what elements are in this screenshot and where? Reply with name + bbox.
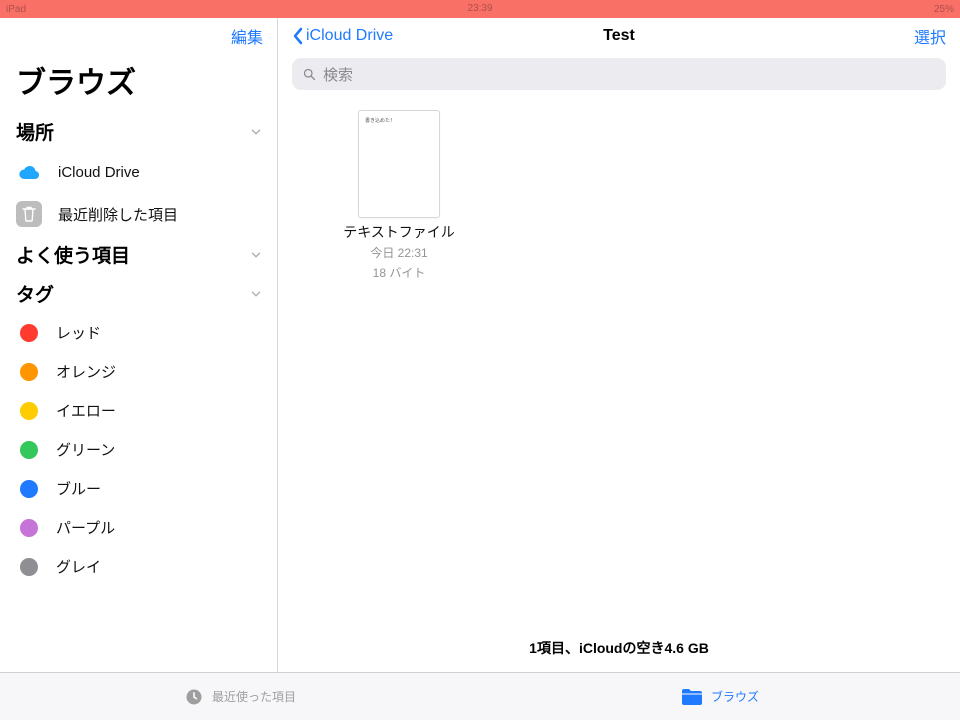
sidebar-tag-item[interactable]: オレンジ [0, 352, 277, 391]
tab-recent[interactable]: 最近使った項目 [0, 673, 480, 720]
section-tags-label: タグ [16, 280, 54, 307]
tag-label: ブルー [56, 478, 101, 499]
tag-label: レッド [56, 322, 101, 343]
file-date: 今日 22:31 [370, 246, 427, 262]
clock-icon [184, 687, 204, 707]
main-nav: iCloud Drive Test 選択 [278, 18, 960, 54]
tag-color-dot [20, 441, 38, 459]
tab-label: ブラウズ [711, 688, 759, 705]
cloud-icon [16, 159, 42, 185]
main-panel: iCloud Drive Test 選択 検索 書き込めた！ テキストファイル … [278, 18, 960, 672]
bottom-tab-bar: 最近使った項目 ブラウズ [0, 672, 960, 720]
back-button[interactable]: iCloud Drive [292, 27, 393, 45]
section-locations-label: 場所 [16, 118, 54, 145]
file-size: 18 バイト [373, 266, 426, 282]
status-time: 23:39 [467, 3, 492, 14]
search-input[interactable]: 検索 [292, 58, 946, 90]
tag-label: パープル [56, 517, 115, 538]
sidebar-tag-item[interactable]: パープル [0, 508, 277, 547]
status-battery: 25% [934, 4, 954, 15]
sidebar-item-label: iCloud Drive [58, 164, 140, 181]
sidebar-tag-item[interactable]: レッド [0, 313, 277, 352]
sidebar-item-label: 最近削除した項目 [58, 204, 178, 225]
tag-color-dot [20, 558, 38, 576]
select-button[interactable]: 選択 [914, 24, 946, 48]
chevron-down-icon [249, 125, 263, 139]
folder-icon [681, 688, 703, 706]
tag-label: オレンジ [56, 361, 116, 382]
sidebar-tag-item[interactable]: イエロー [0, 391, 277, 430]
tag-color-dot [20, 324, 38, 342]
sidebar-title: ブラウズ [0, 54, 277, 112]
section-locations[interactable]: 場所 [0, 112, 277, 151]
sidebar-tag-item[interactable]: グリーン [0, 430, 277, 469]
tag-label: イエロー [56, 400, 116, 421]
chevron-left-icon [292, 27, 304, 45]
file-item[interactable]: 書き込めた！ テキストファイル 今日 22:31 18 バイト [334, 110, 464, 281]
file-name: テキストファイル [343, 222, 455, 242]
status-device: iPad [6, 4, 26, 15]
chevron-down-icon [249, 248, 263, 262]
section-tags[interactable]: タグ [0, 274, 277, 313]
back-label: iCloud Drive [306, 27, 393, 45]
tag-color-dot [20, 480, 38, 498]
folder-status: 1項目、iCloudの空き4.6 GB [278, 628, 960, 672]
tab-browse[interactable]: ブラウズ [480, 673, 960, 720]
tag-color-dot [20, 519, 38, 537]
tag-color-dot [20, 402, 38, 420]
page-title: Test [603, 27, 635, 45]
search-placeholder: 検索 [323, 64, 353, 85]
sidebar: 編集 ブラウズ 場所 iCloud Drive 最近削除した項目 [0, 18, 278, 672]
tag-label: グリーン [56, 439, 115, 460]
tab-label: 最近使った項目 [212, 688, 296, 705]
sidebar-item-icloud-drive[interactable]: iCloud Drive [0, 151, 277, 193]
trash-icon [16, 201, 42, 227]
edit-button[interactable]: 編集 [231, 24, 263, 48]
sidebar-item-recently-deleted[interactable]: 最近削除した項目 [0, 193, 277, 235]
chevron-down-icon [249, 287, 263, 301]
sidebar-tag-item[interactable]: ブルー [0, 469, 277, 508]
status-bar: iPad 23:39 25% [0, 0, 960, 18]
sidebar-tag-item[interactable]: グレイ [0, 547, 277, 586]
search-icon [302, 67, 317, 82]
tag-label: グレイ [56, 556, 101, 577]
file-thumbnail: 書き込めた！ [358, 110, 440, 218]
tag-color-dot [20, 363, 38, 381]
section-favorites-label: よく使う項目 [16, 241, 130, 268]
section-favorites[interactable]: よく使う項目 [0, 235, 277, 274]
